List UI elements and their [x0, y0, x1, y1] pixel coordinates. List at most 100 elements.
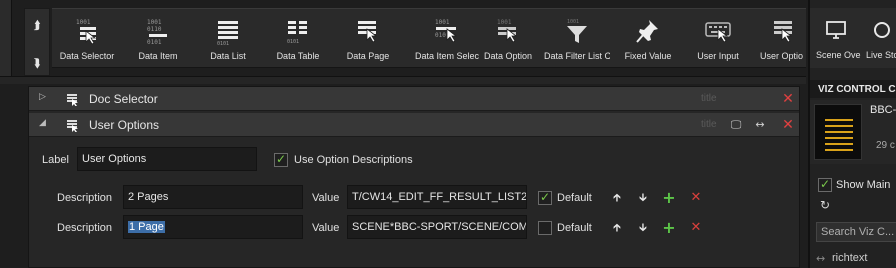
tool-user-options[interactable]: User Optio [756, 9, 806, 69]
tool-label: User Optio [760, 51, 804, 61]
tool-label: Data Item [138, 51, 178, 61]
expand-icon[interactable]: ▷ [39, 92, 46, 102]
add-row-icon[interactable]: + [662, 220, 676, 236]
tool-data-selector[interactable]: 1001 Data Selector [54, 9, 120, 69]
description-field[interactable]: 2 Pages [123, 185, 303, 209]
live-ring-icon [874, 22, 890, 38]
data-option-icon: 1001 [497, 19, 518, 43]
svg-text:1001: 1001 [435, 19, 450, 26]
keyboard-icon [705, 22, 731, 43]
collapse-icon[interactable]: ◢ [39, 118, 46, 128]
filter-icon: 1001 [567, 19, 587, 43]
tool-label: Scene Ove [816, 50, 861, 60]
tool-scene-overview[interactable]: Scene Ove [810, 8, 862, 68]
section-header-doc-selector[interactable]: ▷ Doc Selector title ✕ [29, 87, 799, 111]
data-selector-icon [67, 94, 78, 106]
tool-label: Data Table [276, 51, 320, 61]
scroll-up-button[interactable]: ⮭ [25, 15, 49, 35]
data-page-icon [358, 21, 378, 43]
tool-data-page[interactable]: Data Page [338, 9, 398, 69]
description-caption: Description [57, 222, 113, 234]
data-table-icon: 0101 [287, 21, 307, 45]
svg-text:1001: 1001 [567, 19, 579, 25]
tool-label: Data Page [346, 51, 390, 61]
scene-item[interactable]: BBC- 29 c [810, 100, 896, 164]
remove-section-button[interactable]: ✕ [777, 87, 799, 111]
refresh-icon[interactable]: ↻ [820, 198, 830, 212]
scroll-down-button[interactable]: ⮯ [25, 53, 49, 73]
value-field[interactable]: SCENE*BBC-SPORT/SCENE/COMI [347, 215, 527, 239]
toolbar-nav: ⮭ ⮯ [24, 8, 50, 76]
svg-text:0110: 0110 [147, 26, 162, 33]
tool-label: Live Sto [866, 50, 896, 60]
value-caption: Value [312, 222, 340, 234]
tool-label: Data Selector [59, 51, 115, 61]
delete-row-icon[interactable]: ✕ [689, 191, 703, 205]
svg-text:1001: 1001 [147, 19, 162, 26]
label-caption: Label [42, 154, 69, 166]
delete-row-icon[interactable]: ✕ [689, 221, 703, 235]
scene-thumbnail [814, 104, 862, 160]
list-item[interactable]: richtext [832, 252, 867, 264]
svg-text:0101: 0101 [147, 39, 162, 45]
default-checkbox[interactable] [538, 221, 552, 235]
section-title: User Options [89, 118, 160, 132]
section-title: Doc Selector [89, 92, 158, 106]
description-field[interactable]: 1 Page [123, 215, 303, 239]
resize-horizontal-icon[interactable]: ↔ [751, 113, 769, 137]
user-options-icon [774, 21, 793, 43]
tool-data-list[interactable]: 0101 Data List [198, 9, 258, 69]
default-label: Default [557, 192, 592, 204]
tool-label: Data Filter List C [544, 51, 610, 61]
label-field[interactable]: User Options [77, 147, 257, 171]
use-option-descriptions-label: Use Option Descriptions [294, 154, 413, 166]
tool-label: User Input [697, 51, 739, 61]
move-down-icon[interactable]: 🡳 [636, 221, 650, 235]
value-caption: Value [312, 192, 340, 204]
svg-text:0101: 0101 [287, 39, 299, 45]
tool-data-item[interactable]: 1001 0110 0101 Data Item [128, 9, 188, 69]
tool-label: Fixed Value [624, 51, 672, 61]
data-item-select-icon: 1001 0101 [435, 19, 458, 43]
data-list-icon: 0101 [217, 21, 238, 45]
monitor-icon [826, 21, 846, 39]
tool-fixed-value[interactable]: Fixed Value [618, 9, 678, 69]
right-toolbar: Scene Ove Live Sto [810, 8, 896, 68]
svg-text:0101: 0101 [217, 41, 229, 45]
tool-label: Data Option [483, 51, 533, 61]
svg-text:1001: 1001 [497, 19, 512, 26]
search-input[interactable]: Search Viz C... [816, 222, 896, 242]
data-item-icon: 1001 0110 0101 [147, 19, 167, 45]
default-label: Default [557, 222, 592, 234]
scene-title: BBC- [870, 104, 896, 116]
move-up-icon[interactable]: 🡱 [610, 221, 624, 235]
section-header-user-options[interactable]: ◢ User Options title 🖵 ↔ ✕ [29, 113, 799, 137]
move-down-icon[interactable]: 🡳 [636, 191, 650, 205]
preview-monitor-icon[interactable]: 🖵 [727, 113, 745, 137]
template-editor: ▷ Doc Selector title ✕ ◢ User Options ti… [28, 86, 800, 268]
remove-section-button[interactable]: ✕ [777, 113, 799, 137]
tool-data-table[interactable]: 0101 Data Table [268, 9, 328, 69]
default-checkbox[interactable] [538, 190, 552, 205]
tool-label: Data Item Selec [414, 51, 480, 61]
use-option-descriptions-checkbox[interactable] [274, 152, 288, 167]
pin-icon [636, 20, 658, 43]
description-caption: Description [57, 192, 113, 204]
component-toolbar: 1001 Data Selector 1001 0110 0101 Data I… [52, 8, 806, 68]
scene-subtitle: 29 c [876, 140, 895, 151]
toolbar-footer [0, 76, 806, 84]
user-options-icon [67, 120, 78, 132]
selected-text: 1 Page [128, 221, 165, 233]
move-up-icon[interactable]: 🡱 [610, 191, 624, 205]
show-main-checkbox[interactable] [818, 177, 832, 192]
show-main-label: Show Main [836, 178, 891, 191]
section-tag: title [701, 119, 717, 130]
value-field[interactable]: T/CW14_EDIT_FF_RESULT_LIST2PG [347, 185, 527, 209]
show-main-toggle[interactable]: Show Main [818, 177, 891, 192]
tool-data-item-select[interactable]: 1001 0101 Data Item Selec [414, 9, 480, 69]
tool-live-story[interactable]: Live Sto [862, 8, 896, 68]
tool-user-input[interactable]: User Input [688, 9, 748, 69]
tool-data-option[interactable]: 1001 Data Option [480, 9, 536, 69]
add-row-icon[interactable]: + [662, 190, 676, 206]
tool-data-filter-list[interactable]: 1001 Data Filter List C [544, 9, 610, 69]
